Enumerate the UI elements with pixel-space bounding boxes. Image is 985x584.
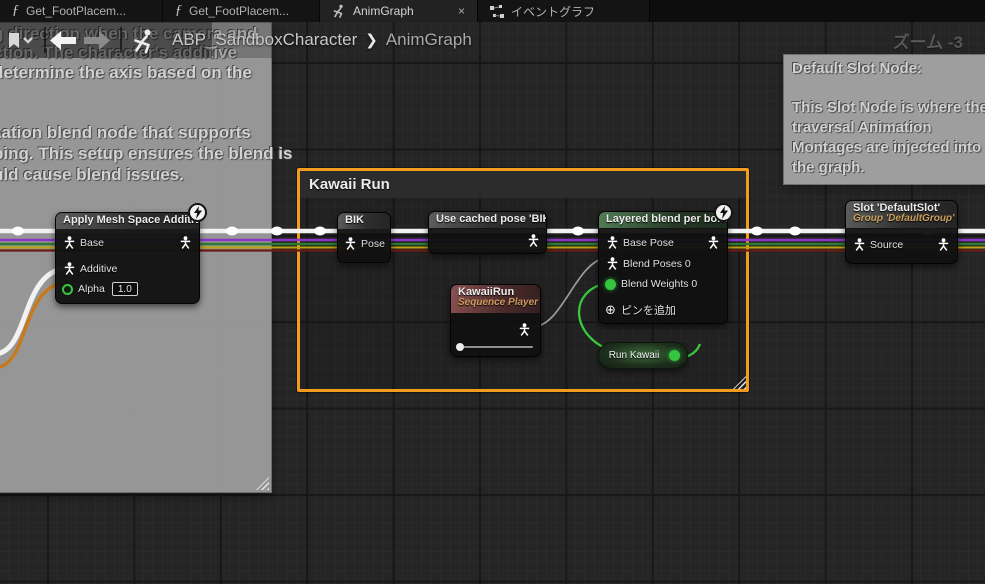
node-subtitle: Group 'DefaultGroup' [853, 213, 950, 224]
wire-pose-link [532, 258, 604, 327]
close-icon[interactable]: × [456, 4, 467, 18]
tab-label: Get_FootPlacem... [189, 4, 289, 18]
pose-pin-icon [607, 236, 618, 249]
float-pin-icon [605, 279, 616, 290]
node-kawaiirun-sequence-player[interactable]: KawaiiRun Sequence Player [450, 284, 541, 357]
float-pin-icon [62, 284, 73, 295]
pose-pin-icon [607, 257, 618, 270]
node-use-cached-pose-bik[interactable]: Use cached pose 'BIK' [428, 211, 547, 254]
pose-output-pin[interactable] [528, 234, 539, 247]
toolbar-divider [44, 27, 46, 53]
alpha-value-input[interactable]: 1.0 [112, 282, 138, 296]
fast-path-icon [714, 203, 733, 222]
tab-label: イベントグラフ [511, 3, 595, 20]
pin-label: Alpha [78, 283, 105, 295]
pin-label: Blend Weights 0 [621, 278, 697, 290]
function-icon: ƒ [175, 3, 182, 19]
tab-get-footplacem-2[interactable]: ƒ Get_FootPlacem... [163, 0, 320, 22]
breadcrumb: ABP_SandboxCharacter ❯ AnimGraph [172, 30, 472, 50]
add-pin-icon: ⊕ [605, 302, 616, 318]
tab-event-graph[interactable]: イベントグラフ [478, 0, 650, 22]
pose-output-pin[interactable] [519, 323, 530, 336]
playback-position-handle[interactable] [456, 343, 464, 351]
pin-label: Pose [361, 238, 385, 250]
nav-back-button[interactable] [50, 31, 76, 50]
tab-bar: ƒ Get_FootPlacem... ƒ Get_FootPlacem... … [0, 0, 985, 22]
pose-pin-icon [345, 237, 356, 250]
node-slot-defaultslot[interactable]: Slot 'DefaultSlot' Group 'DefaultGroup' … [845, 200, 958, 264]
pose-pin-icon [854, 238, 865, 251]
animgraph-canvas[interactable]: g direction when the camera and ction. T… [0, 22, 985, 584]
pin-label: Source [870, 239, 903, 251]
breadcrumb-separator-icon: ❯ [365, 31, 378, 49]
pose-pin-icon [64, 236, 75, 249]
fast-path-icon [188, 203, 207, 222]
pin-label: Additive [80, 263, 117, 275]
breadcrumb-root[interactable]: ABP_SandboxCharacter [172, 30, 357, 50]
pin-source[interactable]: Source [854, 238, 903, 251]
function-icon: ƒ [12, 3, 19, 19]
zoom-level-indicator: ズーム -3 [893, 28, 963, 53]
pin-blend-weights-0[interactable]: Blend Weights 0 [605, 278, 697, 290]
variable-label: Run Kawaii [599, 350, 669, 361]
pin-additive[interactable]: Additive [64, 262, 117, 275]
node-title: Use cached pose 'BIK' [429, 212, 546, 228]
nav-forward-button[interactable] [84, 31, 110, 50]
pin-label: Base [80, 237, 104, 249]
bool-output-pin[interactable] [669, 350, 680, 361]
pin-base-pose[interactable]: Base Pose [607, 236, 674, 249]
pin-alpha[interactable]: Alpha 1.0 [62, 282, 138, 296]
node-bik-cache[interactable]: BIK Pose [337, 212, 391, 263]
pin-label: Base Pose [623, 237, 674, 249]
toolbar-divider [120, 27, 122, 53]
node-title: Layered blend per bone [599, 212, 727, 228]
pin-base[interactable]: Base [64, 236, 104, 249]
node-subtitle: Sequence Player [458, 297, 533, 308]
animgraph-run-icon [131, 28, 157, 54]
bookmark-button[interactable] [8, 33, 34, 49]
tab-label: Get_FootPlacem... [26, 4, 126, 18]
add-pin-label: ピンを追加 [621, 302, 676, 318]
node-title: Apply Mesh Space Additive [56, 213, 199, 229]
pin-label: Blend Poses 0 [623, 258, 691, 270]
node-apply-mesh-space-additive[interactable]: Apply Mesh Space Additive Base Additive … [55, 212, 200, 304]
pin-blend-poses-0[interactable]: Blend Poses 0 [607, 257, 691, 270]
node-title: BIK [338, 213, 390, 229]
pose-pin-icon [64, 262, 75, 275]
pose-output-pin[interactable] [938, 238, 949, 251]
pose-output-pin[interactable] [180, 236, 191, 249]
pin-pose[interactable]: Pose [345, 237, 385, 250]
breadcrumb-current[interactable]: AnimGraph [386, 30, 472, 50]
eventgraph-icon [490, 5, 504, 18]
playback-track[interactable] [458, 346, 533, 348]
node-run-kawaii-variable[interactable]: Run Kawaii [598, 342, 688, 369]
tab-animgraph[interactable]: AnimGraph × [320, 0, 478, 22]
pose-output-pin[interactable] [708, 236, 719, 249]
tab-get-footplacem-1[interactable]: ƒ Get_FootPlacem... [0, 0, 163, 22]
add-pin-button[interactable]: ⊕ ピンを追加 [605, 302, 676, 318]
animgraph-run-icon [332, 4, 346, 18]
tab-label: AnimGraph [353, 4, 414, 18]
node-layered-blend-per-bone[interactable]: Layered blend per bone Base Pose Blend P… [598, 211, 728, 324]
